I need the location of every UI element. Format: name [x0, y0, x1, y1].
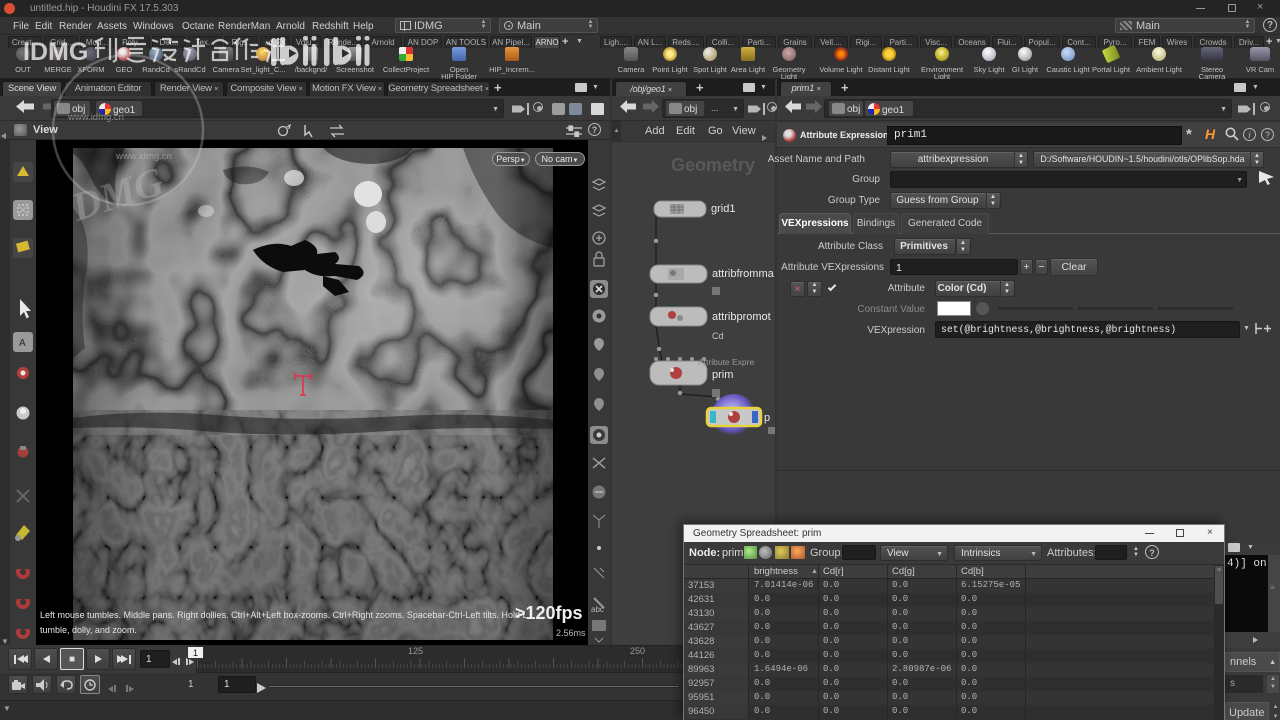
svg-text:abc: abc	[591, 605, 604, 614]
svg-text:A: A	[19, 338, 26, 349]
